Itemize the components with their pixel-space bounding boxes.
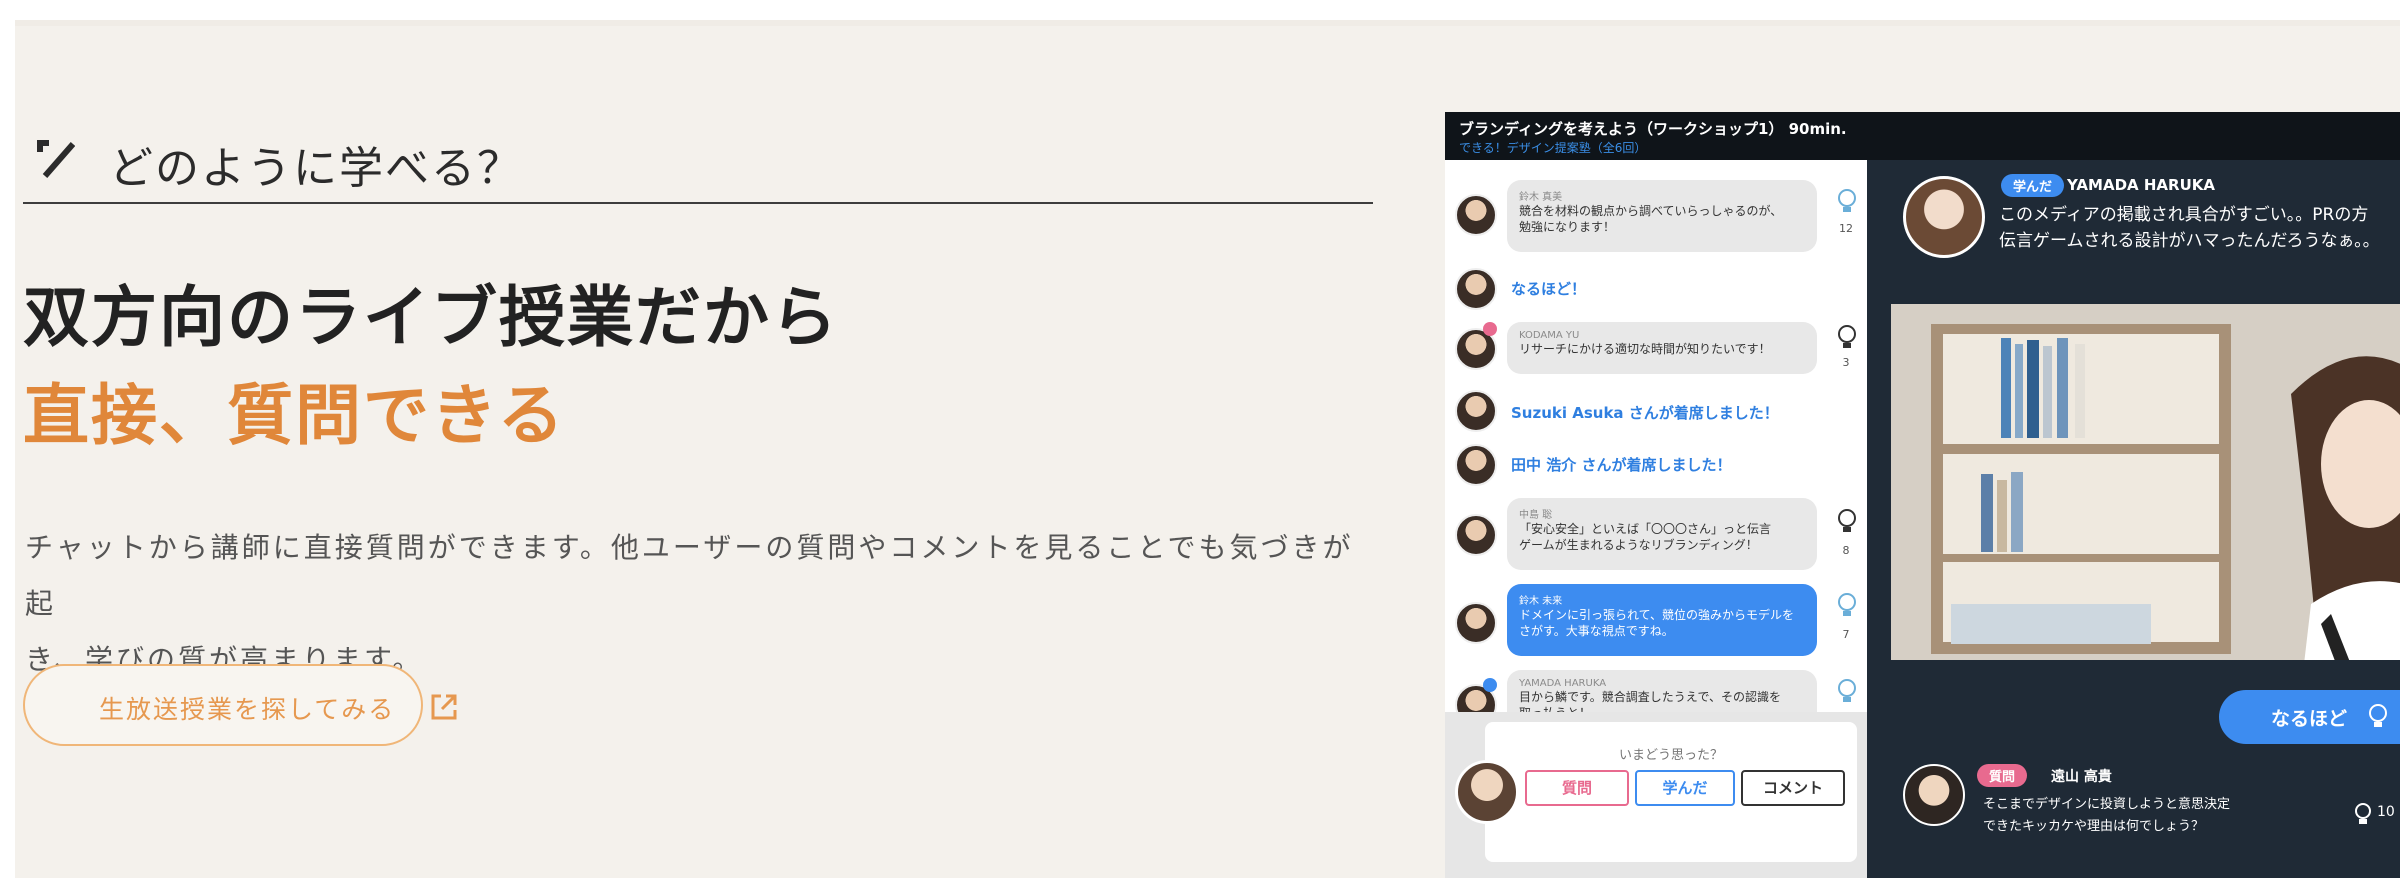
video-bottom-bar <box>1891 660 2400 690</box>
lightbulb-icon[interactable] <box>2353 802 2373 830</box>
avatar <box>1455 390 1497 432</box>
naruhodo-button[interactable]: なるほど <box>2219 690 2400 744</box>
chat-message: 鈴木 未来 ドメインに引っ張られて、競位の強みからモデルを さがす。大事な視点で… <box>1445 584 1867 660</box>
like-count: 7 <box>1842 628 1850 641</box>
avatar <box>1455 602 1497 644</box>
lecture-video[interactable] <box>1891 304 2400 690</box>
live-class-screenshot: ブランディングを考えよう（ワークショップ1） 90min. できる！デザイン提案… <box>1445 112 2400 878</box>
avatar <box>1455 194 1497 236</box>
headline-line2: 直接、質問できる <box>23 377 566 454</box>
chat-message: 鈴木 真美 競合を材料の観点から調べていらっしゃるのが、 勉強になります！ 12 <box>1445 180 1867 260</box>
find-live-class-button[interactable]: 生放送授業を探してみる <box>23 664 457 746</box>
comment-button[interactable]: コメント <box>1741 770 1845 806</box>
avatar <box>1455 268 1497 310</box>
chat-text: 「安心安全」といえば「〇〇〇さん」っと伝言 <box>1519 522 1772 536</box>
avatar <box>1903 764 1965 826</box>
reaction-panel: いまどう思った？ 質問 学んだ コメント <box>1445 712 1867 878</box>
chat-author: 鈴木 未来 <box>1519 596 1563 607</box>
chat-system-text: 田中 浩介 さんが着席しました！ <box>1511 456 1732 474</box>
comment-text-line: できたキッカケや理由は何でしょう？ <box>1983 819 2205 834</box>
top-rule <box>15 20 2400 26</box>
chat-message: KODAMA YU リサーチにかける適切な時間が知りたいです！ 3 <box>1445 322 1867 378</box>
naruhodo-label: なるほど <box>2271 708 2348 730</box>
like-count: 8 <box>1842 544 1850 557</box>
external-link-icon <box>431 694 457 720</box>
description-line1: チャットから講師に直接質問ができます。他ユーザーの質問やコメントを見ることでも気… <box>25 531 1354 620</box>
chat-panel: 鈴木 真美 競合を材料の観点から調べていらっしゃるのが、 勉強になります！ 12… <box>1445 160 1867 742</box>
comment-author: YAMADA HARUKA <box>2067 176 2215 194</box>
chat-system-text: なるほど！ <box>1511 280 1587 298</box>
avatar <box>1455 514 1497 556</box>
like-count: 12 <box>1839 222 1853 235</box>
question-tag: 質問 <box>1977 764 2028 787</box>
chat-text: 勉強になります！ <box>1519 220 1616 234</box>
comment-text: そこまでデザインに投資しようと意思決定 できたキッカケや理由は何でしょう？ <box>1983 794 2230 838</box>
cta-label: 生放送授業を探してみる <box>99 695 396 724</box>
pencil-slash-icon <box>37 140 75 178</box>
chat-message: 中島 聡 「安心安全」といえば「〇〇〇さん」っと伝言 ゲームが生まれるようなリブ… <box>1445 498 1867 574</box>
chat-system-message: なるほど！ <box>1445 268 1867 312</box>
user-avatar <box>1455 760 1519 824</box>
chat-system-message: 田中 浩介 さんが着席しました！ <box>1445 444 1867 488</box>
chat-author: 中島 聡 <box>1519 510 1553 521</box>
comment-text-line: 伝言ゲームされる設計がハマったんだろうなぁ。。 <box>1999 231 2380 251</box>
learned-button[interactable]: 学んだ <box>1635 770 1735 806</box>
video-scene <box>1891 304 2400 690</box>
chat-text: 目から鱗です。競合調査したうえで、その認識を <box>1519 690 1781 704</box>
comment-text-line: このメディアの掲載され具合がすごい。。PRの方 <box>1999 205 2369 225</box>
page-frame: どのように学べる？ 双方向のライブ授業だから 直接、質問できる チャットから講師… <box>15 20 2400 878</box>
chat-text: リサーチにかける適切な時間が知りたいです！ <box>1519 342 1771 356</box>
avatar <box>1455 444 1497 486</box>
notification-dot <box>1483 322 1497 336</box>
reaction-question: いまどう思った？ <box>1618 748 1723 763</box>
featured-comment: 学んだ YAMADA HARUKA このメディアの掲載され具合がすごい。。PRの… <box>1867 160 2400 280</box>
chat-bubble: 中島 聡 「安心安全」といえば「〇〇〇さん」っと伝言 ゲームが生まれるようなリブ… <box>1507 498 1817 570</box>
chat-text: ドメインに引っ張られて、競位の強みからモデルを <box>1519 608 1795 622</box>
chat-bubble: KODAMA YU リサーチにかける適切な時間が知りたいです！ <box>1507 322 1817 374</box>
chat-author: 鈴木 真美 <box>1519 192 1563 203</box>
section-header: どのように学べる？ <box>23 128 1373 204</box>
comment-author: 遠山 高貴 <box>2051 769 2112 785</box>
chat-author: YAMADA HARUKA <box>1519 678 1607 689</box>
comment-text: このメディアの掲載され具合がすごい。。PRの方 伝言ゲームされる設計がハマったん… <box>1999 202 2400 254</box>
comment-text-line: そこまでデザインに投資しようと意思決定 <box>1983 797 2231 812</box>
chat-bubble-highlighted: 鈴木 未来 ドメインに引っ張られて、競位の強みからモデルを さがす。大事な視点で… <box>1507 584 1817 656</box>
reaction-card: いまどう思った？ 質問 学んだ コメント <box>1485 722 1857 862</box>
app-title-bar: ブランディングを考えよう（ワークショップ1） 90min. できる！デザイン提案… <box>1445 112 2400 160</box>
like-count: 10 <box>2377 804 2395 820</box>
question-button[interactable]: 質問 <box>1525 770 1629 806</box>
question-comment: 質問 遠山 高貴 そこまでデザインに投資しようと意思決定 できたキッカケや理由は… <box>1867 752 2400 878</box>
notification-dot <box>1483 678 1497 692</box>
description: チャットから講師に直接質問ができます。他ユーザーの質問やコメントを見ることでも気… <box>25 520 1370 688</box>
avatar <box>1903 176 1985 258</box>
chat-bubble: 鈴木 真美 競合を材料の観点から調べていらっしゃるのが、 勉強になります！ <box>1507 180 1817 252</box>
headline-line1: 双方向のライブ授業だから <box>23 279 839 356</box>
lightbulb-icon <box>2369 704 2387 727</box>
app-title: ブランディングを考えよう（ワークショップ1） 90min. <box>1459 120 1847 138</box>
chat-system-message: Suzuki Asuka さんが着席しました！ <box>1445 390 1867 434</box>
chat-text: ゲームが生まれるようなリブランディング！ <box>1519 538 1758 552</box>
section-title: どのように学べる？ <box>109 143 523 194</box>
chat-text: 競合を材料の観点から調べていらっしゃるのが、 <box>1519 204 1783 218</box>
app-subtitle: できる！デザイン提案塾（全6回） <box>1459 141 1647 155</box>
chat-text: さがす。大事な視点ですね。 <box>1519 624 1674 638</box>
chat-system-text: Suzuki Asuka さんが着席しました！ <box>1511 404 1779 422</box>
learned-tag: 学んだ <box>2001 174 2065 197</box>
chat-author: KODAMA YU <box>1519 330 1580 341</box>
like-count: 3 <box>1842 356 1850 369</box>
